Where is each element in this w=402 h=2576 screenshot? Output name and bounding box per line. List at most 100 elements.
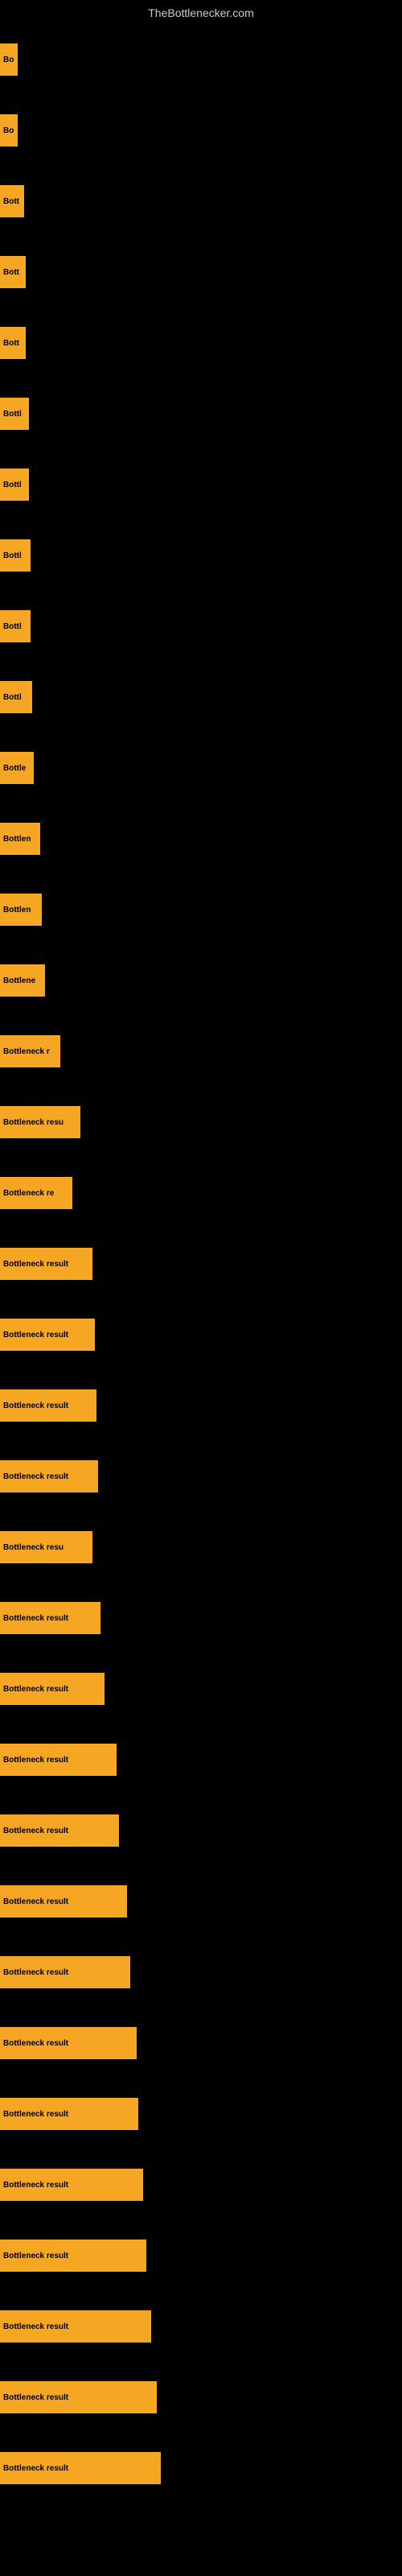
bar-item: Bottleneck result (0, 1602, 100, 1634)
bar-row: Bottl (0, 449, 402, 520)
bar-item: Bottleneck result (0, 1460, 98, 1492)
bar-label: Bo (3, 56, 14, 64)
bar-row: Bott (0, 166, 402, 237)
bar-item: Bottleneck result (0, 1956, 130, 1988)
bar-row: Bo (0, 24, 402, 95)
bar-item: Bottl (0, 610, 31, 642)
bar-item: Bott (0, 256, 26, 288)
bar-label: Bottleneck result (3, 2039, 68, 2048)
bar-row: Bottlene (0, 945, 402, 1016)
bar-item: Bottleneck result (0, 2240, 146, 2272)
bars-container: Bo Bo Bott Bott Bott Bottl Bottl Bottl Bottl Bott… (0, 24, 402, 2504)
bar-label: Bottl (3, 481, 22, 489)
bar-item: Bottleneck result (0, 1744, 117, 1776)
bar-row: Bottleneck result (0, 2362, 402, 2433)
bar-row: Bottleneck result (0, 2291, 402, 2362)
bar-label: Bottleneck result (3, 2393, 68, 2402)
bar-item: Bottlen (0, 823, 40, 855)
bar-item: Bottleneck result (0, 2098, 138, 2130)
bar-row: Bott (0, 237, 402, 308)
bar-label: Bottleneck r (3, 1047, 50, 1056)
bar-item: Bottleneck re (0, 1177, 72, 1209)
bar-row: Bottl (0, 662, 402, 733)
bar-row: Bottleneck resu (0, 1512, 402, 1583)
bar-label: Bottleneck resu (3, 1543, 64, 1552)
bar-label: Bottle (3, 764, 26, 773)
bar-label: Bottleneck result (3, 1685, 68, 1694)
bar-row: Bottleneck result (0, 2433, 402, 2504)
bar-label: Bottl (3, 410, 22, 419)
bar-row: Bott (0, 308, 402, 378)
bar-row: Bottlen (0, 874, 402, 945)
bar-row: Bo (0, 95, 402, 166)
bar-item: Bottleneck r (0, 1035, 60, 1067)
bar-label: Bottleneck result (3, 1331, 68, 1340)
bar-label: Bottl (3, 693, 22, 702)
bar-row: Bottlen (0, 803, 402, 874)
bar-item: Bottl (0, 681, 32, 713)
bar-label: Bottleneck result (3, 2252, 68, 2260)
bar-row: Bottleneck result (0, 1866, 402, 1937)
bar-label: Bottl (3, 622, 22, 631)
bar-label: Bottleneck result (3, 1472, 68, 1481)
bar-label: Bo (3, 126, 14, 135)
bar-label: Bottleneck result (3, 1968, 68, 1977)
bar-row: Bottleneck result (0, 2220, 402, 2291)
bar-item: Bottl (0, 398, 29, 430)
bar-row: Bottleneck re (0, 1158, 402, 1228)
bar-item: Bottleneck result (0, 2027, 137, 2059)
bar-row: Bottle (0, 733, 402, 803)
bar-label: Bottleneck result (3, 2464, 68, 2473)
bar-row: Bottleneck result (0, 1228, 402, 1299)
bar-label: Bott (3, 268, 19, 277)
bar-item: Bottleneck result (0, 1248, 92, 1280)
bar-label: Bottleneck result (3, 1897, 68, 1906)
bar-row: Bottl (0, 378, 402, 449)
bar-label: Bottlen (3, 835, 31, 844)
bar-label: Bottleneck result (3, 1756, 68, 1765)
bar-item: Bottleneck resu (0, 1531, 92, 1563)
bar-label: Bottlene (3, 976, 35, 985)
bar-item: Bottleneck result (0, 1389, 96, 1422)
bar-label: Bottleneck re (3, 1189, 54, 1198)
bar-item: Bott (0, 185, 24, 217)
bar-item: Bottl (0, 539, 31, 572)
bar-row: Bottl (0, 520, 402, 591)
bar-item: Bottleneck result (0, 1814, 119, 1847)
bar-row: Bottleneck result (0, 2149, 402, 2220)
bar-row: Bottleneck result (0, 1583, 402, 1653)
bar-label: Bottleneck result (3, 2110, 68, 2119)
bar-label: Bott (3, 339, 19, 348)
bar-item: Bottleneck result (0, 1673, 105, 1705)
bar-item: Bottleneck result (0, 2310, 151, 2343)
bar-label: Bottleneck result (3, 1402, 68, 1410)
bar-label: Bott (3, 197, 19, 206)
bar-item: Bottlen (0, 894, 42, 926)
bar-item: Bott (0, 327, 26, 359)
bar-row: Bottl (0, 591, 402, 662)
bar-label: Bottleneck result (3, 2181, 68, 2190)
bar-label: Bottleneck result (3, 1260, 68, 1269)
bar-label: Bottleneck result (3, 1614, 68, 1623)
bar-row: Bottleneck result (0, 1370, 402, 1441)
bar-label: Bottleneck result (3, 2322, 68, 2331)
bar-label: Bottl (3, 551, 22, 560)
bar-item: Bo (0, 114, 18, 147)
bar-item: Bottleneck result (0, 1319, 95, 1351)
bar-item: Bo (0, 43, 18, 76)
bar-row: Bottleneck result (0, 1299, 402, 1370)
bar-row: Bottleneck result (0, 2008, 402, 2079)
bar-item: Bottl (0, 469, 29, 501)
bar-row: Bottleneck resu (0, 1087, 402, 1158)
bar-row: Bottleneck r (0, 1016, 402, 1087)
bar-item: Bottle (0, 752, 34, 784)
bar-row: Bottleneck result (0, 1653, 402, 1724)
bar-row: Bottleneck result (0, 1441, 402, 1512)
bar-item: Bottleneck result (0, 1885, 127, 1918)
bar-row: Bottleneck result (0, 2079, 402, 2149)
bar-item: Bottleneck result (0, 2169, 143, 2201)
bar-label: Bottleneck resu (3, 1118, 64, 1127)
bar-label: Bottleneck result (3, 1827, 68, 1835)
bar-item: Bottleneck result (0, 2452, 161, 2484)
site-title: TheBottlenecker.com (0, 0, 402, 23)
